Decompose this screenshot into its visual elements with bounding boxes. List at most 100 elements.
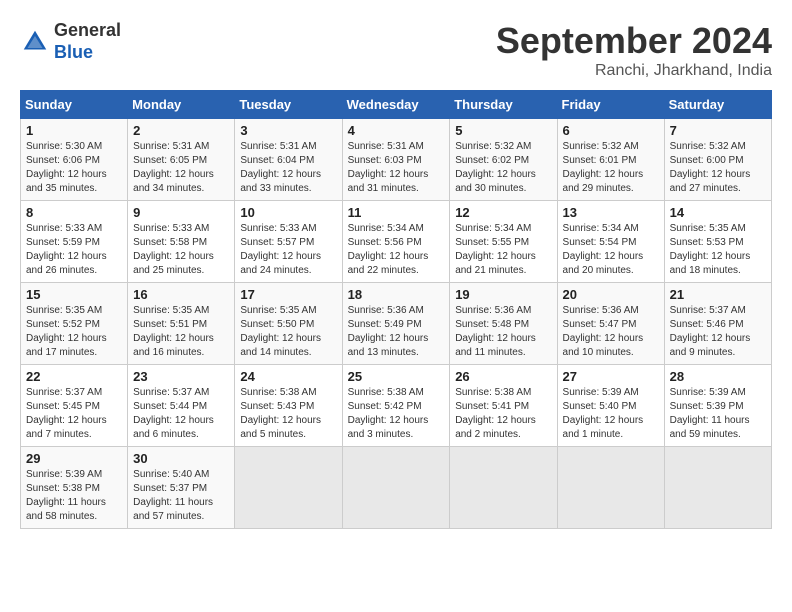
day-info: Sunrise: 5:40 AM Sunset: 5:37 PM Dayligh… xyxy=(133,468,229,524)
month-title: September 2024 xyxy=(496,20,772,62)
day-number: 18 xyxy=(348,287,445,302)
calendar-cell: 10 Sunrise: 5:33 AM Sunset: 5:57 PM Dayli… xyxy=(235,201,342,283)
day-number: 11 xyxy=(348,205,445,220)
day-info: Sunrise: 5:33 AM Sunset: 5:58 PM Dayligh… xyxy=(133,222,229,278)
day-number: 13 xyxy=(563,205,659,220)
calendar-cell: 25 Sunrise: 5:38 AM Sunset: 5:42 PM Dayli… xyxy=(342,365,450,447)
calendar-cell: 24Sunrise: 5:38 AM Sunset: 5:43 PM Dayli… xyxy=(235,365,342,447)
day-info: Sunrise: 5:39 AM Sunset: 5:38 PM Dayligh… xyxy=(26,468,122,524)
logo-blue: Blue xyxy=(54,42,121,64)
calendar-cell: 5 Sunrise: 5:32 AM Sunset: 6:02 PM Daylig… xyxy=(450,119,557,201)
calendar-cell: 29Sunrise: 5:39 AM Sunset: 5:38 PM Dayli… xyxy=(21,447,128,529)
day-info: Sunrise: 5:34 AM Sunset: 5:55 PM Dayligh… xyxy=(455,222,551,278)
weekday-header-wednesday: Wednesday xyxy=(342,91,450,119)
day-number: 20 xyxy=(563,287,659,302)
logo: General Blue xyxy=(20,20,121,63)
calendar-cell: 28 Sunrise: 5:39 AM Sunset: 5:39 PM Dayli… xyxy=(664,365,771,447)
calendar-cell: 27Sunrise: 5:39 AM Sunset: 5:40 PM Dayli… xyxy=(557,365,664,447)
day-number: 10 xyxy=(240,205,336,220)
day-info: Sunrise: 5:36 AM Sunset: 5:47 PM Dayligh… xyxy=(563,304,659,360)
day-number: 8 xyxy=(26,205,122,220)
day-info: Sunrise: 5:33 AM Sunset: 5:57 PM Dayligh… xyxy=(240,222,336,278)
calendar-cell: 14Sunrise: 5:35 AM Sunset: 5:53 PM Dayli… xyxy=(664,201,771,283)
calendar-week-row: 15 Sunrise: 5:35 AM Sunset: 5:52 PM Dayli… xyxy=(21,283,772,365)
day-info: Sunrise: 5:38 AM Sunset: 5:42 PM Dayligh… xyxy=(348,386,445,442)
day-info: Sunrise: 5:36 AM Sunset: 5:48 PM Dayligh… xyxy=(455,304,551,360)
day-info: Sunrise: 5:34 AM Sunset: 5:56 PM Dayligh… xyxy=(348,222,445,278)
day-number: 25 xyxy=(348,369,445,384)
day-info: Sunrise: 5:31 AM Sunset: 6:05 PM Dayligh… xyxy=(133,140,229,196)
day-number: 16 xyxy=(133,287,229,302)
day-info: Sunrise: 5:35 AM Sunset: 5:52 PM Dayligh… xyxy=(26,304,122,360)
day-number: 7 xyxy=(670,123,766,138)
day-info: Sunrise: 5:35 AM Sunset: 5:50 PM Dayligh… xyxy=(240,304,336,360)
calendar-cell: 1Sunrise: 5:30 AM Sunset: 6:06 PM Daylig… xyxy=(21,119,128,201)
day-info: Sunrise: 5:37 AM Sunset: 5:45 PM Dayligh… xyxy=(26,386,122,442)
calendar-table: SundayMondayTuesdayWednesdayThursdayFrid… xyxy=(20,90,772,529)
calendar-cell: 26Sunrise: 5:38 AM Sunset: 5:41 PM Dayli… xyxy=(450,365,557,447)
day-info: Sunrise: 5:38 AM Sunset: 5:43 PM Dayligh… xyxy=(240,386,336,442)
calendar-cell: 16 Sunrise: 5:35 AM Sunset: 5:51 PM Dayli… xyxy=(128,283,235,365)
calendar-cell: 7 Sunrise: 5:32 AM Sunset: 6:00 PM Daylig… xyxy=(664,119,771,201)
day-info: Sunrise: 5:32 AM Sunset: 6:01 PM Dayligh… xyxy=(563,140,659,196)
day-info: Sunrise: 5:31 AM Sunset: 6:03 PM Dayligh… xyxy=(348,140,445,196)
day-number: 9 xyxy=(133,205,229,220)
day-info: Sunrise: 5:39 AM Sunset: 5:40 PM Dayligh… xyxy=(563,386,659,442)
day-info: Sunrise: 5:31 AM Sunset: 6:04 PM Dayligh… xyxy=(240,140,336,196)
weekday-header-tuesday: Tuesday xyxy=(235,91,342,119)
day-number: 28 xyxy=(670,369,766,384)
day-number: 30 xyxy=(133,451,229,466)
day-number: 12 xyxy=(455,205,551,220)
calendar-cell: 3 Sunrise: 5:31 AM Sunset: 6:04 PM Daylig… xyxy=(235,119,342,201)
day-number: 4 xyxy=(348,123,445,138)
calendar-cell: 4 Sunrise: 5:31 AM Sunset: 6:03 PM Daylig… xyxy=(342,119,450,201)
calendar-cell xyxy=(557,447,664,529)
calendar-week-row: 1Sunrise: 5:30 AM Sunset: 6:06 PM Daylig… xyxy=(21,119,772,201)
day-number: 5 xyxy=(455,123,551,138)
calendar-cell xyxy=(235,447,342,529)
day-info: Sunrise: 5:35 AM Sunset: 5:51 PM Dayligh… xyxy=(133,304,229,360)
calendar-cell: 6 Sunrise: 5:32 AM Sunset: 6:01 PM Daylig… xyxy=(557,119,664,201)
day-number: 6 xyxy=(563,123,659,138)
calendar-cell: 22 Sunrise: 5:37 AM Sunset: 5:45 PM Dayli… xyxy=(21,365,128,447)
day-info: Sunrise: 5:37 AM Sunset: 5:44 PM Dayligh… xyxy=(133,386,229,442)
calendar-cell xyxy=(450,447,557,529)
day-number: 15 xyxy=(26,287,122,302)
day-number: 2 xyxy=(133,123,229,138)
calendar-cell: 13Sunrise: 5:34 AM Sunset: 5:54 PM Dayli… xyxy=(557,201,664,283)
calendar-cell: 30 Sunrise: 5:40 AM Sunset: 5:37 PM Dayli… xyxy=(128,447,235,529)
day-number: 1 xyxy=(26,123,122,138)
calendar-week-row: 8Sunrise: 5:33 AM Sunset: 5:59 PM Daylig… xyxy=(21,201,772,283)
day-info: Sunrise: 5:32 AM Sunset: 6:02 PM Dayligh… xyxy=(455,140,551,196)
day-info: Sunrise: 5:38 AM Sunset: 5:41 PM Dayligh… xyxy=(455,386,551,442)
page-header: General Blue September 2024 Ranchi, Jhar… xyxy=(20,20,772,80)
weekday-header-saturday: Saturday xyxy=(664,91,771,119)
day-number: 22 xyxy=(26,369,122,384)
day-info: Sunrise: 5:36 AM Sunset: 5:49 PM Dayligh… xyxy=(348,304,445,360)
location-subtitle: Ranchi, Jharkhand, India xyxy=(496,62,772,80)
calendar-cell: 20 Sunrise: 5:36 AM Sunset: 5:47 PM Dayli… xyxy=(557,283,664,365)
logo-icon xyxy=(20,27,50,57)
logo-text: General Blue xyxy=(54,20,121,63)
day-number: 19 xyxy=(455,287,551,302)
day-info: Sunrise: 5:37 AM Sunset: 5:46 PM Dayligh… xyxy=(670,304,766,360)
calendar-week-row: 29Sunrise: 5:39 AM Sunset: 5:38 PM Dayli… xyxy=(21,447,772,529)
day-number: 14 xyxy=(670,205,766,220)
weekday-header-thursday: Thursday xyxy=(450,91,557,119)
day-number: 17 xyxy=(240,287,336,302)
day-number: 3 xyxy=(240,123,336,138)
weekday-header-friday: Friday xyxy=(557,91,664,119)
day-number: 21 xyxy=(670,287,766,302)
logo-general: General xyxy=(54,20,121,42)
calendar-cell: 23Sunrise: 5:37 AM Sunset: 5:44 PM Dayli… xyxy=(128,365,235,447)
calendar-cell: 17 Sunrise: 5:35 AM Sunset: 5:50 PM Dayli… xyxy=(235,283,342,365)
calendar-cell: 18 Sunrise: 5:36 AM Sunset: 5:49 PM Dayli… xyxy=(342,283,450,365)
day-info: Sunrise: 5:39 AM Sunset: 5:39 PM Dayligh… xyxy=(670,386,766,442)
calendar-cell: 21 Sunrise: 5:37 AM Sunset: 5:46 PM Dayli… xyxy=(664,283,771,365)
day-info: Sunrise: 5:32 AM Sunset: 6:00 PM Dayligh… xyxy=(670,140,766,196)
calendar-cell: 15 Sunrise: 5:35 AM Sunset: 5:52 PM Dayli… xyxy=(21,283,128,365)
weekday-header-sunday: Sunday xyxy=(21,91,128,119)
calendar-cell: 19 Sunrise: 5:36 AM Sunset: 5:48 PM Dayli… xyxy=(450,283,557,365)
calendar-cell: 8Sunrise: 5:33 AM Sunset: 5:59 PM Daylig… xyxy=(21,201,128,283)
calendar-cell xyxy=(664,447,771,529)
